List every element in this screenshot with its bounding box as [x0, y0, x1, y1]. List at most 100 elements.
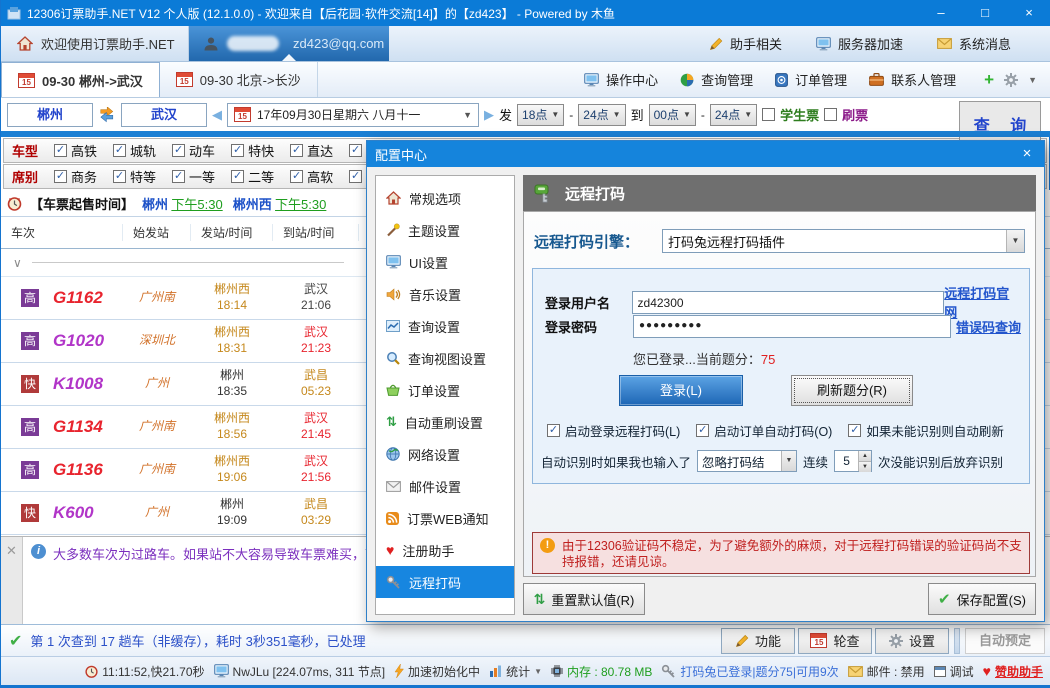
checkbox[interactable]: ✓: [848, 424, 861, 437]
config-nav-4[interactable]: 查询设置: [376, 310, 514, 342]
filter-option[interactable]: ✓城轨: [113, 141, 156, 160]
checkbox[interactable]: ✓: [290, 170, 303, 183]
round-query-button[interactable]: 15轮查: [798, 628, 872, 654]
retry-count-stepper[interactable]: 5 ▲▼: [834, 450, 872, 472]
query-tab-0[interactable]: 1509-30 郴州->武汉: [1, 62, 160, 97]
from-station-input[interactable]: 郴州: [7, 103, 93, 127]
status-sponsor[interactable]: ♥赞助助手: [983, 663, 1043, 680]
auto-book-button[interactable]: 自动预定: [965, 628, 1045, 654]
checkbox[interactable]: ✓: [113, 170, 126, 183]
column-header[interactable]: 车次: [1, 224, 123, 241]
add-tab-button[interactable]: +: [984, 71, 994, 88]
username-input[interactable]: zd42300: [632, 291, 945, 314]
to-station-input[interactable]: 武汉: [121, 103, 207, 127]
checkbox[interactable]: ✓: [54, 144, 67, 157]
topnav-server-acceleration[interactable]: 服务器加速: [816, 34, 903, 53]
next-day-button[interactable]: ▶: [484, 107, 494, 123]
reset-defaults-button[interactable]: ⇅ 重置默认值(R): [523, 583, 645, 615]
captcha-option[interactable]: ✓启动订单自动打码(O): [696, 421, 832, 440]
checkbox[interactable]: ✓: [172, 144, 185, 157]
filter-option[interactable]: ✓一等: [172, 167, 215, 186]
captcha-option[interactable]: ✓如果未能识别则自动刷新: [848, 421, 1004, 440]
tabbar-order-management[interactable]: 订单管理: [775, 70, 847, 89]
filter-option[interactable]: ✓直达: [290, 141, 333, 160]
checkbox[interactable]: ✓: [349, 170, 362, 183]
config-nav-8[interactable]: 网络设置: [376, 438, 514, 470]
minimize-button[interactable]: –: [919, 0, 963, 26]
config-nav-2[interactable]: UI设置: [376, 246, 514, 278]
tabbar-operation-center[interactable]: 操作中心: [584, 70, 658, 89]
topnav-assistant-related[interactable]: 助手相关: [709, 34, 782, 53]
column-header[interactable]: 发站/时间: [191, 224, 273, 241]
info-close-button[interactable]: ✕: [1, 537, 23, 624]
config-nav-12[interactable]: 远程打码: [376, 566, 514, 598]
status-debug[interactable]: 调试: [934, 663, 974, 680]
checkbox[interactable]: ✓: [231, 144, 244, 157]
config-nav-9[interactable]: 邮件设置: [376, 470, 514, 502]
depart-from-hour-select[interactable]: 18点▼: [517, 104, 564, 126]
column-header[interactable]: 始发站: [123, 224, 191, 241]
maximize-button[interactable]: □: [963, 0, 1007, 26]
filter-option[interactable]: ✓特快: [231, 141, 274, 160]
tabbar-contact-management[interactable]: 联系人管理: [869, 70, 956, 89]
brush-ticket-checkbox[interactable]: [824, 108, 837, 121]
topnav-system-messages[interactable]: 系统消息: [937, 34, 1011, 53]
captcha-option[interactable]: ✓启动登录远程打码(L): [547, 421, 680, 440]
conflict-action-select[interactable]: 忽略打码结 ▼: [697, 450, 797, 472]
status-mail-status[interactable]: 邮件 : 禁用: [848, 663, 925, 680]
gear-icon[interactable]: [1004, 73, 1018, 87]
config-nav-0[interactable]: 常规选项: [376, 182, 514, 214]
swap-stations-icon[interactable]: [98, 107, 116, 123]
close-button[interactable]: ×: [1007, 0, 1050, 26]
status-statistics[interactable]: 统计▼: [489, 663, 542, 680]
config-nav-1[interactable]: 主题设置: [376, 214, 514, 246]
config-nav-10[interactable]: 订票WEB通知: [376, 502, 514, 534]
nav-account-tab[interactable]: zd423@qq.com: [189, 26, 389, 61]
checkbox[interactable]: ✓: [696, 424, 709, 437]
filter-option[interactable]: ✓高软: [290, 167, 333, 186]
config-nav-5[interactable]: 查询视图设置: [376, 342, 514, 374]
config-nav-11[interactable]: ♥注册助手: [376, 534, 514, 566]
splitter-grip[interactable]: [954, 628, 960, 654]
checkbox[interactable]: ✓: [231, 170, 244, 183]
gear-caret-icon[interactable]: ▼: [1028, 75, 1037, 85]
save-config-button[interactable]: ✔ 保存配置(S): [928, 583, 1036, 615]
arrive-from-hour-select[interactable]: 00点▼: [649, 104, 696, 126]
functions-button[interactable]: 功能: [721, 628, 795, 654]
filter-option[interactable]: ✓二等: [231, 167, 274, 186]
arrive-to-hour-select[interactable]: 24点▼: [710, 104, 757, 126]
checkbox[interactable]: ✓: [349, 144, 362, 157]
depart-to-hour-select[interactable]: 24点▼: [578, 104, 625, 126]
tabbar-query-management[interactable]: 查询管理: [680, 70, 753, 89]
errorcode-link[interactable]: 错误码查询: [956, 317, 1021, 336]
query-tab-1[interactable]: 1509-30 北京->长沙: [160, 62, 318, 97]
status-acceleration[interactable]: 加速初始化中: [394, 663, 480, 680]
column-header[interactable]: 到站/时间: [273, 224, 359, 241]
prev-day-button[interactable]: ◀: [212, 107, 222, 123]
checkbox[interactable]: ✓: [172, 170, 185, 183]
status-time-speed[interactable]: 11:11:52,快21.70秒: [85, 663, 204, 680]
filter-option[interactable]: ✓特等: [113, 167, 156, 186]
status-memory[interactable]: 内存 : 80.78 MB: [551, 663, 652, 680]
checkbox[interactable]: ✓: [290, 144, 303, 157]
settings-button[interactable]: 设置: [875, 628, 949, 654]
filter-option[interactable]: ✓高铁: [54, 141, 97, 160]
stepper-up-icon[interactable]: ▲: [859, 451, 871, 462]
filter-option[interactable]: ✓动车: [172, 141, 215, 160]
checkbox[interactable]: ✓: [113, 144, 126, 157]
nav-home-tab[interactable]: 欢迎使用订票助手.NET: [1, 26, 189, 61]
engine-select[interactable]: 打码兔远程打码插件 ▼: [662, 229, 1025, 253]
refresh-score-button[interactable]: 刷新题分(R): [791, 375, 913, 406]
config-nav-6[interactable]: 订单设置: [376, 374, 514, 406]
config-nav-3[interactable]: 音乐设置: [376, 278, 514, 310]
caret-down-icon[interactable]: ▼: [534, 667, 542, 676]
status-captcha-status[interactable]: 打码兔已登录|题分75|可用9次: [661, 663, 838, 680]
checkbox[interactable]: ✓: [547, 424, 560, 437]
password-input[interactable]: ●●●●●●●●●: [633, 315, 951, 338]
status-server-node[interactable]: NwJLu [224.07ms, 311 节点]: [214, 663, 386, 680]
date-select[interactable]: 15 17年09月30日星期六 八月十一 ▼: [227, 103, 479, 127]
login-button[interactable]: 登录(L): [619, 375, 743, 406]
config-nav-7[interactable]: ⇅自动重刷设置: [376, 406, 514, 438]
filter-option[interactable]: ✓商务: [54, 167, 97, 186]
checkbox[interactable]: ✓: [54, 170, 67, 183]
